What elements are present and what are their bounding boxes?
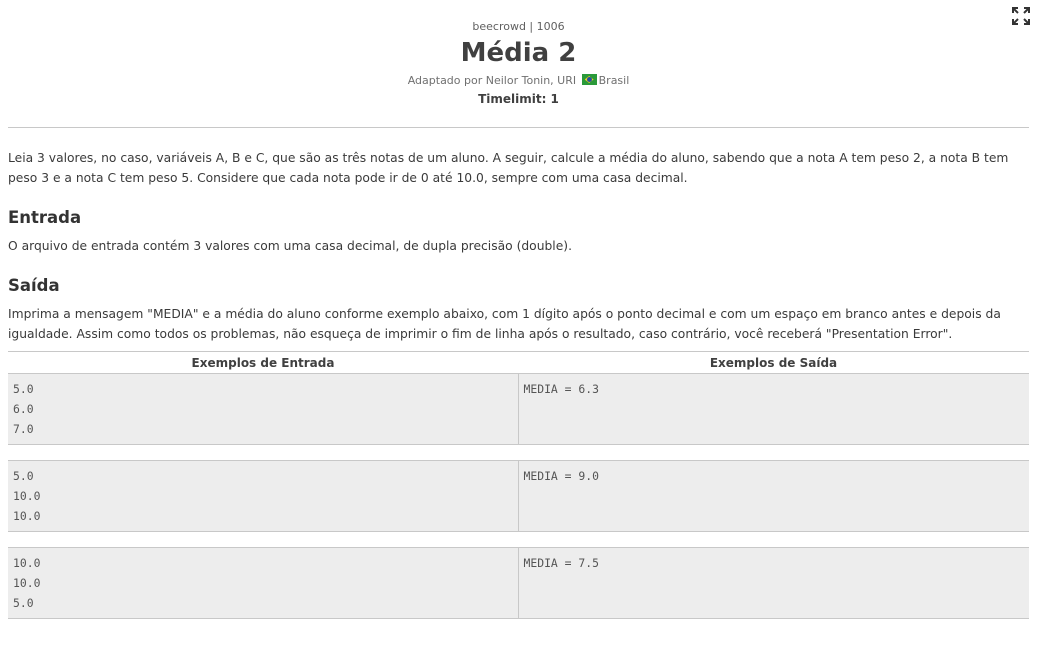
example-output[interactable]: MEDIA = 7.5 [518,547,1029,619]
example-input[interactable]: 5.0 10.0 10.0 [8,460,519,532]
input-line: 5.0 [13,596,34,610]
input-line: 6.0 [13,402,34,416]
problem-page: beecrowd | 1006 Média 2 Adaptado por Nei… [0,0,1037,661]
input-line: 10.0 [13,576,41,590]
input-line: 10.0 [13,509,41,523]
example-row: 5.0 10.0 10.0 MEDIA = 9.0 [8,460,1029,532]
example-input[interactable]: 10.0 10.0 5.0 [8,547,519,619]
example-output[interactable]: MEDIA = 6.3 [518,373,1029,445]
problem-header: beecrowd | 1006 Média 2 Adaptado por Nei… [0,0,1037,107]
example-input[interactable]: 5.0 6.0 7.0 [8,373,519,445]
input-line: 5.0 [13,469,34,483]
author-text: Adaptado por Neilor Tonin, URI [407,74,577,87]
input-description: O arquivo de entrada contém 3 valores co… [8,239,572,253]
example-output[interactable]: MEDIA = 9.0 [518,460,1029,532]
output-description: Imprima a mensagem "MEDIA" e a média do … [8,307,1001,341]
row-spacer [8,444,1029,461]
breadcrumb: beecrowd | 1006 [472,20,565,33]
output-line: MEDIA = 9.0 [523,469,599,483]
input-heading: Entrada [8,208,82,227]
input-column-header: Exemplos de Entrada [8,351,518,374]
divider [8,127,1029,128]
expand-icon[interactable] [1011,6,1031,26]
brazil-flag-icon [581,74,597,85]
example-row: 10.0 10.0 5.0 MEDIA = 7.5 [8,547,1029,619]
input-line: 5.0 [13,382,34,396]
country-name: Brasil [598,74,630,87]
output-heading: Saída [8,276,60,295]
output-line: MEDIA = 7.5 [523,556,599,570]
timelimit: Timelimit: 1 [478,92,559,106]
input-line: 10.0 [13,489,41,503]
page-title: Média 2 [460,38,577,68]
examples-table: Exemplos de Entrada Exemplos de Saída 5.… [8,351,1029,619]
problem-description: Leia 3 valores, no caso, variáveis A, B … [8,151,1009,185]
output-column-header: Exemplos de Saída [518,351,1029,374]
row-spacer [8,531,1029,548]
problem-content: Leia 3 valores, no caso, variáveis A, B … [0,148,1037,619]
input-line: 7.0 [13,422,34,436]
output-line: MEDIA = 6.3 [523,382,599,396]
example-row: 5.0 6.0 7.0 MEDIA = 6.3 [8,373,1029,445]
input-line: 10.0 [13,556,41,570]
author-line: Adaptado por Neilor Tonin, URI Brasil [0,74,1037,88]
